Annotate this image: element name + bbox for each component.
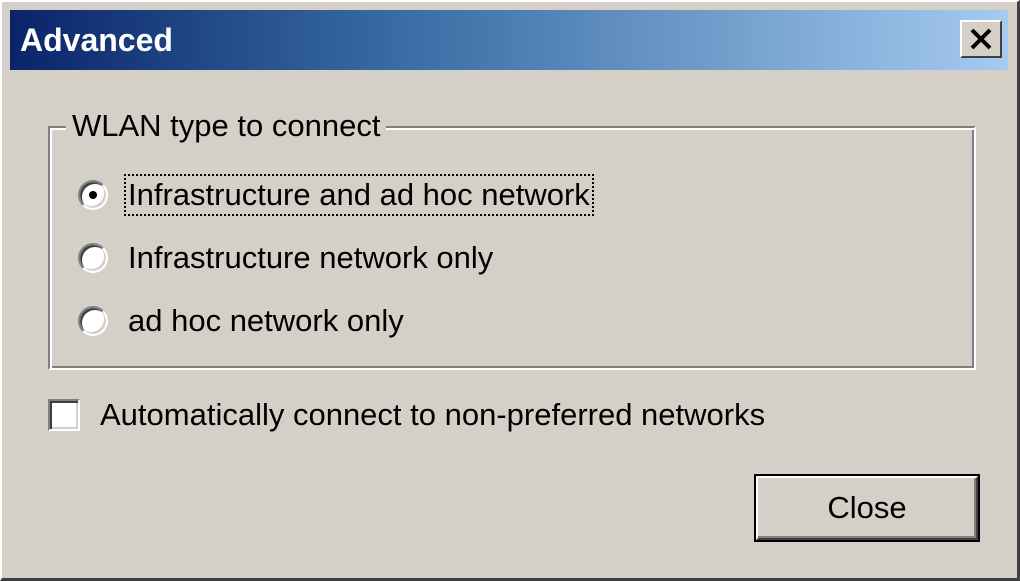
title-bar[interactable]: Advanced xyxy=(10,10,1008,70)
advanced-dialog: Advanced WLAN type to connect Infrastruc… xyxy=(0,0,1020,581)
title-close-button[interactable] xyxy=(960,20,1002,58)
radio-label: Infrastructure and ad hoc network xyxy=(124,174,594,216)
radio-button[interactable] xyxy=(78,243,108,273)
close-icon xyxy=(970,28,992,50)
radio-label: ad hoc network only xyxy=(128,303,404,338)
auto-connect-label: Automatically connect to non-preferred n… xyxy=(100,397,766,432)
radio-label: Infrastructure network only xyxy=(128,240,494,275)
radio-infrastructure-only[interactable]: Infrastructure network only xyxy=(78,239,495,277)
window-title: Advanced xyxy=(20,22,173,58)
radio-button-selected[interactable] xyxy=(78,180,108,210)
close-button[interactable]: Close xyxy=(756,476,978,540)
auto-connect-checkbox[interactable] xyxy=(48,399,80,431)
wlan-type-legend: WLAN type to connect xyxy=(66,107,387,145)
radio-adhoc-only[interactable]: ad hoc network only xyxy=(78,302,406,340)
radio-infrastructure-and-adhoc[interactable]: Infrastructure and ad hoc network xyxy=(78,174,594,216)
radio-button[interactable] xyxy=(78,306,108,336)
auto-connect-option[interactable]: Automatically connect to non-preferred n… xyxy=(48,396,767,434)
